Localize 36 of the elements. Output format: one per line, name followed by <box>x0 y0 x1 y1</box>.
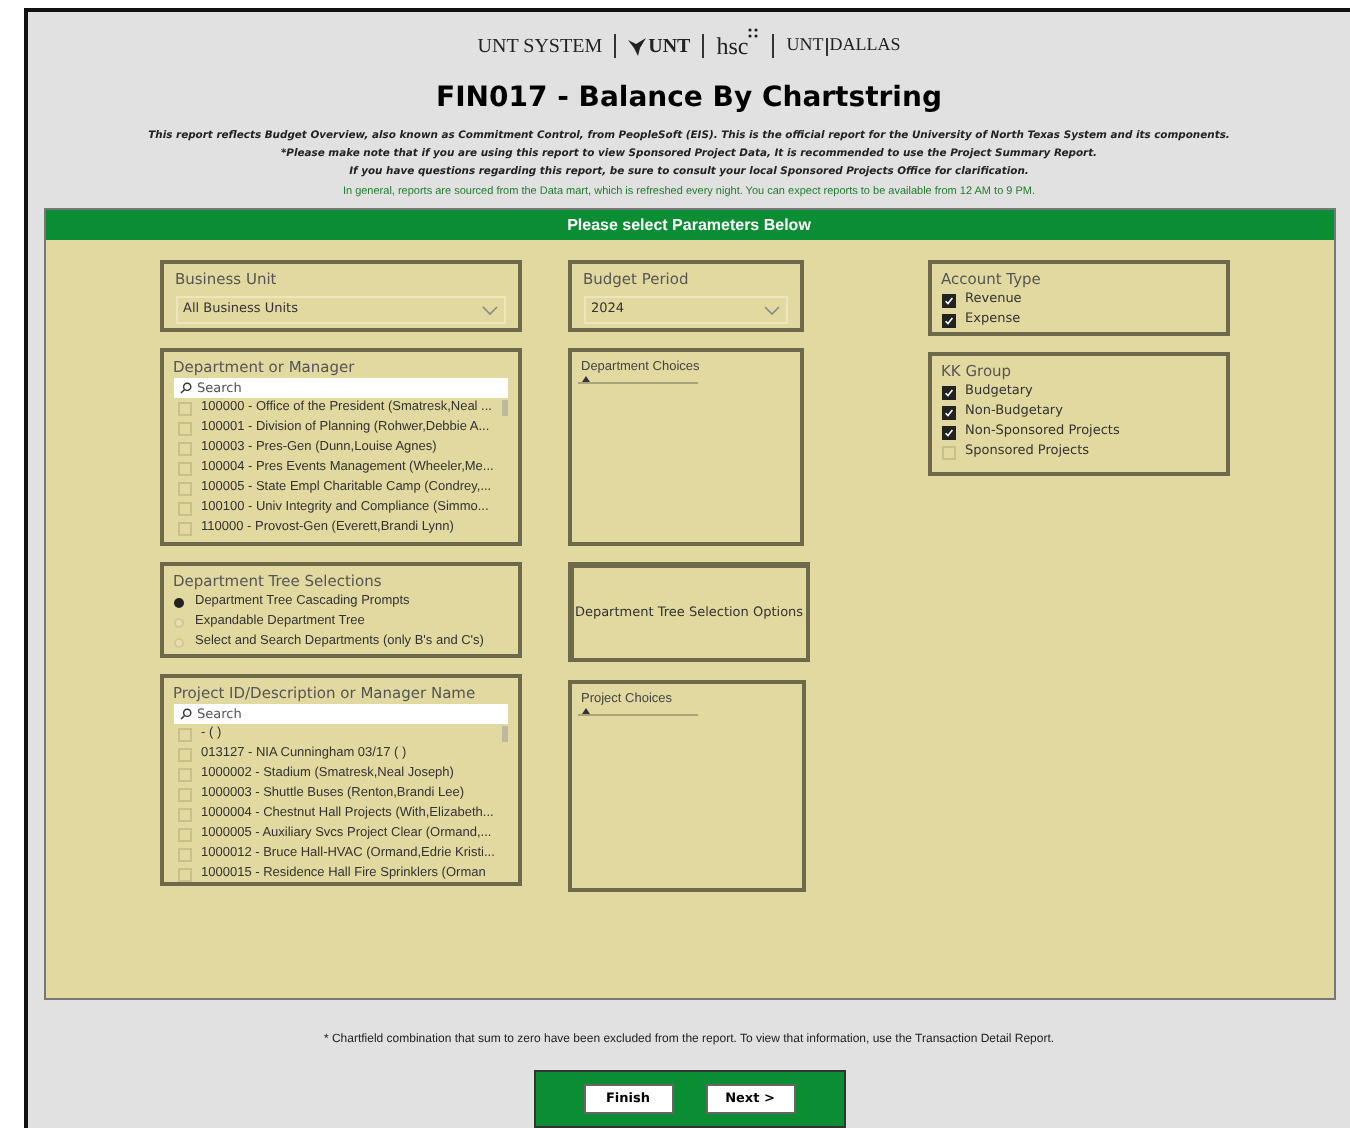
checkbox[interactable] <box>177 787 191 801</box>
caret-icon[interactable] <box>581 708 589 714</box>
checkbox[interactable] <box>941 445 955 459</box>
logo-text: DALLAS <box>829 32 901 59</box>
radio-button[interactable] <box>173 597 183 607</box>
checkbox[interactable] <box>177 481 191 495</box>
logo-text: UNT <box>786 32 824 59</box>
logo-text: hsc <box>716 30 749 64</box>
panel-header: Please select Parameters Below <box>45 210 1333 240</box>
checkbox[interactable] <box>177 747 191 761</box>
scrollbar[interactable] <box>501 400 507 416</box>
chevron-down-icon <box>763 305 779 315</box>
checkbox[interactable] <box>177 827 191 841</box>
logo-text: UNT <box>648 33 691 61</box>
report-title: FIN017 - Balance By Chartstring <box>436 80 942 118</box>
logo-text: UNT SYSTEM <box>477 33 603 61</box>
checkbox[interactable] <box>177 727 191 741</box>
checkbox[interactable] <box>177 401 191 415</box>
scrollbar[interactable] <box>501 726 507 742</box>
dots-icon <box>748 28 761 40</box>
checkbox[interactable] <box>177 807 191 821</box>
checkbox[interactable] <box>177 521 191 535</box>
caret-icon[interactable] <box>581 376 589 382</box>
checkbox[interactable] <box>177 767 191 781</box>
search-icon <box>179 708 191 720</box>
checkbox[interactable] <box>177 847 191 861</box>
checkbox[interactable] <box>177 421 191 435</box>
radio-button[interactable] <box>173 637 183 647</box>
radio-button[interactable] <box>173 617 183 627</box>
checkbox[interactable] <box>177 501 191 515</box>
checkbox[interactable] <box>177 867 191 881</box>
eagle-icon <box>628 37 647 55</box>
search-icon <box>179 382 191 394</box>
chevron-down-icon <box>481 305 497 315</box>
checkbox[interactable] <box>177 461 191 475</box>
checkbox[interactable] <box>177 441 191 455</box>
